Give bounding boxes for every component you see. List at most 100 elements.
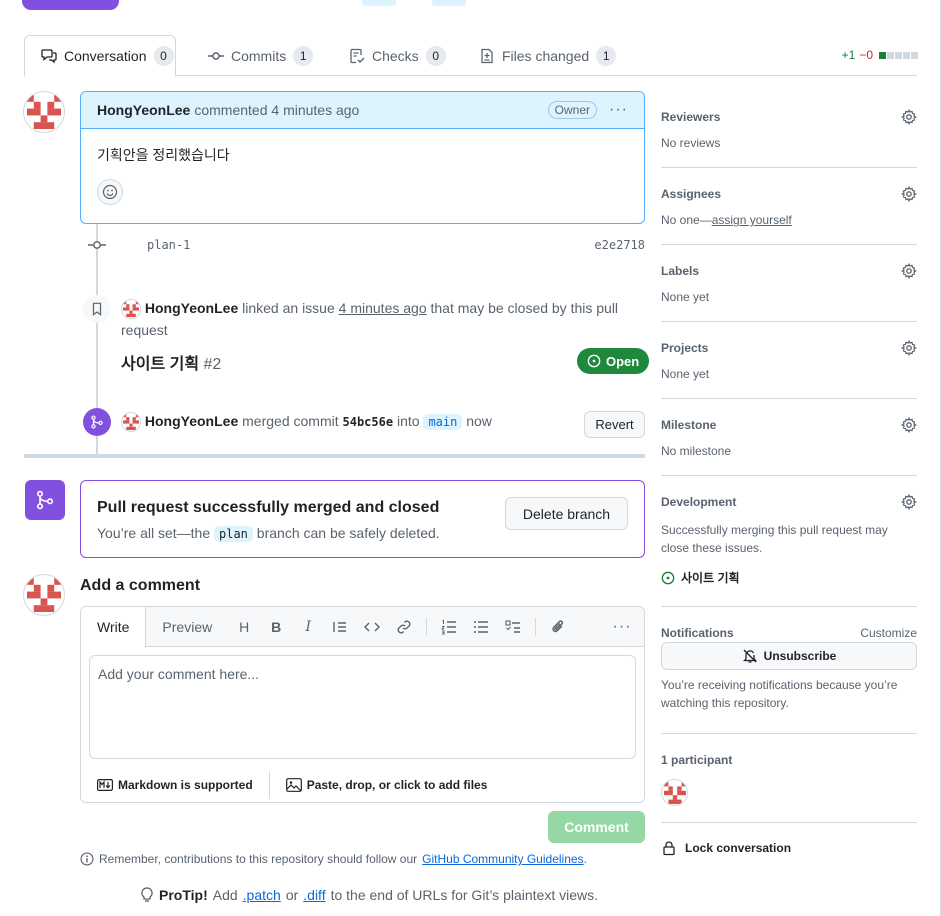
markdown-supported-link[interactable]: Markdown is supported: [81, 771, 269, 799]
kebab-menu-icon[interactable]: ···: [609, 101, 628, 119]
patch-link[interactable]: .patch: [243, 887, 281, 903]
guidelines-text: Remember, contributions to this reposito…: [99, 852, 418, 866]
merged-text-post: branch can be safely deleted.: [256, 525, 440, 541]
comment-textarea[interactable]: Add your comment here...: [89, 655, 636, 759]
tab-files-changed[interactable]: Files changed 1: [463, 35, 632, 76]
sidebar-labels: Labels None yet: [661, 263, 917, 322]
diff-link[interactable]: .diff: [303, 887, 325, 903]
light-bulb-icon: [140, 887, 154, 903]
link-icon[interactable]: [388, 613, 420, 641]
comment-editor: Write Preview H B I ··· Add your comment…: [80, 606, 645, 803]
file-diff-icon: [479, 48, 495, 64]
git-merge-icon: [25, 480, 65, 520]
linked-issue-title[interactable]: 사이트 기획 #2: [121, 350, 221, 374]
event-author[interactable]: HongYeonLee: [145, 413, 238, 429]
issue-state-label: Open: [606, 353, 640, 369]
assign-yourself-link[interactable]: assign yourself: [712, 213, 792, 227]
tab-write[interactable]: Write: [81, 607, 147, 648]
italic-icon[interactable]: I: [292, 613, 324, 641]
protip-post: to the end of URLs for Git’s plaintext v…: [330, 887, 598, 903]
comment-discussion-icon: [41, 48, 57, 64]
participant-avatar[interactable]: [661, 779, 688, 806]
unordered-list-icon[interactable]: [465, 613, 497, 641]
markdown-note: Markdown is supported: [118, 778, 253, 792]
tab-preview[interactable]: Preview: [146, 607, 228, 647]
paperclip-icon[interactable]: [542, 613, 574, 641]
sidebar-heading[interactable]: Projects: [661, 341, 708, 355]
submit-comment-button[interactable]: Comment: [548, 811, 645, 843]
lock-conversation-button[interactable]: Lock conversation: [661, 840, 791, 856]
development-issue-link[interactable]: 사이트 기획: [661, 569, 740, 586]
notifications-reason: You’re receiving notifications because y…: [661, 678, 898, 710]
merge-commit-sha[interactable]: 54bc56e: [343, 415, 394, 429]
unsubscribe-button[interactable]: Unsubscribe: [661, 642, 917, 670]
tab-checks[interactable]: Checks 0: [333, 35, 462, 76]
tab-count: 1: [596, 45, 617, 66]
toolbar-separator: [535, 617, 537, 636]
sidebar-heading[interactable]: Reviewers: [661, 110, 720, 124]
reviewers-value: No reviews: [661, 136, 721, 150]
sidebar-heading[interactable]: Development: [661, 495, 736, 509]
event-action: merged commit: [242, 413, 339, 429]
avatar[interactable]: [121, 412, 141, 433]
quote-icon[interactable]: [324, 613, 356, 641]
comment-author[interactable]: HongYeonLee: [97, 102, 190, 118]
sidebar-heading[interactable]: Labels: [661, 264, 699, 278]
ordered-list-icon[interactable]: [433, 613, 465, 641]
development-value: Successfully merging this pull request m…: [661, 523, 888, 555]
delete-branch-button[interactable]: Delete branch: [505, 497, 628, 530]
bell-slash-icon: [742, 648, 758, 664]
tab-count: 0: [153, 46, 174, 66]
projects-value: None yet: [661, 367, 710, 381]
development-issue-title: 사이트 기획: [681, 571, 740, 585]
attach-files-button[interactable]: Paste, drop, or click to add files: [270, 771, 504, 799]
revert-button[interactable]: Revert: [584, 411, 645, 438]
commit-row: plan-1 e2e2718: [88, 236, 645, 254]
head-branch[interactable]: plan: [214, 526, 253, 542]
sidebar-heading: Notifications: [661, 626, 734, 640]
add-reaction-button[interactable]: [97, 179, 123, 205]
gear-icon[interactable]: [901, 186, 917, 202]
event-author[interactable]: HongYeonLee: [145, 300, 238, 316]
pr-description-comment: HongYeonLee commented 4 minutes ago Owne…: [80, 91, 645, 224]
assignees-value: No one—assign yourself: [661, 213, 792, 227]
more-options-icon[interactable]: ···: [606, 613, 638, 641]
info-icon: [80, 852, 94, 866]
sidebar-assignees: Assignees No one—assign yourself: [661, 186, 917, 245]
linked-issue-event: HongYeonLee linked an issue 4 minutes ag…: [121, 297, 641, 341]
gear-icon[interactable]: [901, 263, 917, 279]
tab-conversation[interactable]: Conversation 0: [24, 35, 176, 77]
tab-label: Commits: [231, 47, 287, 64]
base-branch[interactable]: main: [423, 414, 463, 430]
event-timestamp[interactable]: now: [466, 413, 492, 429]
merge-event: HongYeonLee merged commit 54bc56e into m…: [121, 410, 581, 433]
guidelines-end: .: [583, 852, 587, 866]
image-icon: [285, 778, 302, 792]
tab-commits[interactable]: Commits 1: [192, 35, 329, 76]
gear-icon[interactable]: [901, 494, 917, 510]
git-merge-icon: [83, 408, 111, 436]
avatar[interactable]: [23, 91, 65, 133]
sidebar-heading[interactable]: Assignees: [661, 187, 721, 201]
merged-text-pre: You’re all set—the: [97, 525, 211, 541]
assignees-none: No one—: [661, 213, 712, 227]
protip-label: ProTip!: [159, 887, 208, 903]
code-icon[interactable]: [356, 613, 388, 641]
sidebar-participants: 1 participant: [661, 753, 917, 823]
avatar[interactable]: [23, 574, 65, 616]
issue-opened-icon: [661, 571, 675, 585]
avatar[interactable]: [121, 299, 141, 320]
heading-icon[interactable]: H: [228, 613, 260, 641]
gear-icon[interactable]: [901, 109, 917, 125]
commit-message[interactable]: plan-1: [147, 238, 190, 252]
task-list-icon[interactable]: [497, 613, 529, 641]
customize-link[interactable]: Customize: [860, 626, 917, 640]
gear-icon[interactable]: [901, 340, 917, 356]
gear-icon[interactable]: [901, 417, 917, 433]
sidebar-heading[interactable]: Milestone: [661, 418, 716, 432]
bold-icon[interactable]: B: [260, 613, 292, 641]
commit-sha[interactable]: e2e2718: [594, 238, 645, 252]
issue-number: #2: [203, 356, 222, 373]
community-guidelines-link[interactable]: GitHub Community Guidelines: [422, 852, 583, 866]
event-timestamp[interactable]: 4 minutes ago: [339, 300, 427, 316]
